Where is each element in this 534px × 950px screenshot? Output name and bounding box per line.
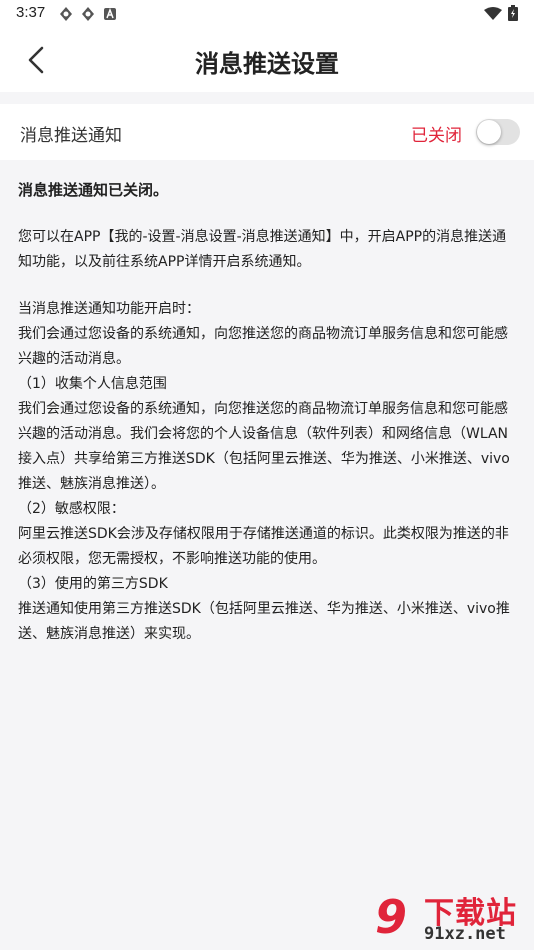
watermark-domain: 91xz.net [424,924,506,944]
info-paragraph: 当消息推送通知功能开启时： [18,301,200,317]
section-title: （1）收集个人信息范围 [18,376,167,392]
info-paragraph: 我们会通过您设备的系统通知，向您推送您的商品物流订单服务信息和您可能感兴趣的活动… [18,326,508,367]
section-title: （3）使用的第三方SDK [18,576,168,592]
setting-status-text: 已关闭 [411,126,462,146]
setting-label: 消息推送通知 [20,126,122,146]
info-content: 消息推送通知已关闭。 您可以在APP【我的-设置-消息设置-消息推送通知】中，开… [18,178,518,647]
battery-icon [508,5,518,25]
info-heading: 消息推送通知已关闭。 [18,181,169,199]
section-body: 阿里云推送SDK会涉及存储权限用于存储推送通道的标识。此类权限为推送的非必须权限… [18,526,509,567]
app-notification-icon [80,6,96,22]
push-notification-setting-row[interactable]: 消息推送通知 已关闭 [0,104,534,160]
app-notification-icon [58,6,74,22]
watermark-logo: 9 [374,890,407,944]
info-paragraph: 您可以在APP【我的-设置-消息设置-消息推送通知】中，开启APP的消息推送通知… [18,229,507,270]
font-notification-icon [102,6,118,22]
system-status-icons [484,5,518,25]
section-body: 我们会通过您设备的系统通知，向您推送您的商品物流订单服务信息和您可能感兴趣的活动… [18,401,510,492]
section-title: （2）敏感权限： [18,501,125,517]
notification-icons [58,6,118,22]
watermark: 9 下载站 91xz.net [362,886,532,948]
toggle-knob [477,120,501,144]
page-title: 消息推送设置 [195,50,339,78]
wifi-icon [484,6,502,25]
section-body: 推送通知使用第三方推送SDK（包括阿里云推送、华为推送、小米推送、vivo推送、… [18,601,510,642]
status-time: 3:37 [16,4,46,21]
status-bar: 3:37 [0,0,534,28]
push-notification-toggle[interactable] [476,119,520,145]
app-bar: 消息推送设置 [0,28,534,92]
